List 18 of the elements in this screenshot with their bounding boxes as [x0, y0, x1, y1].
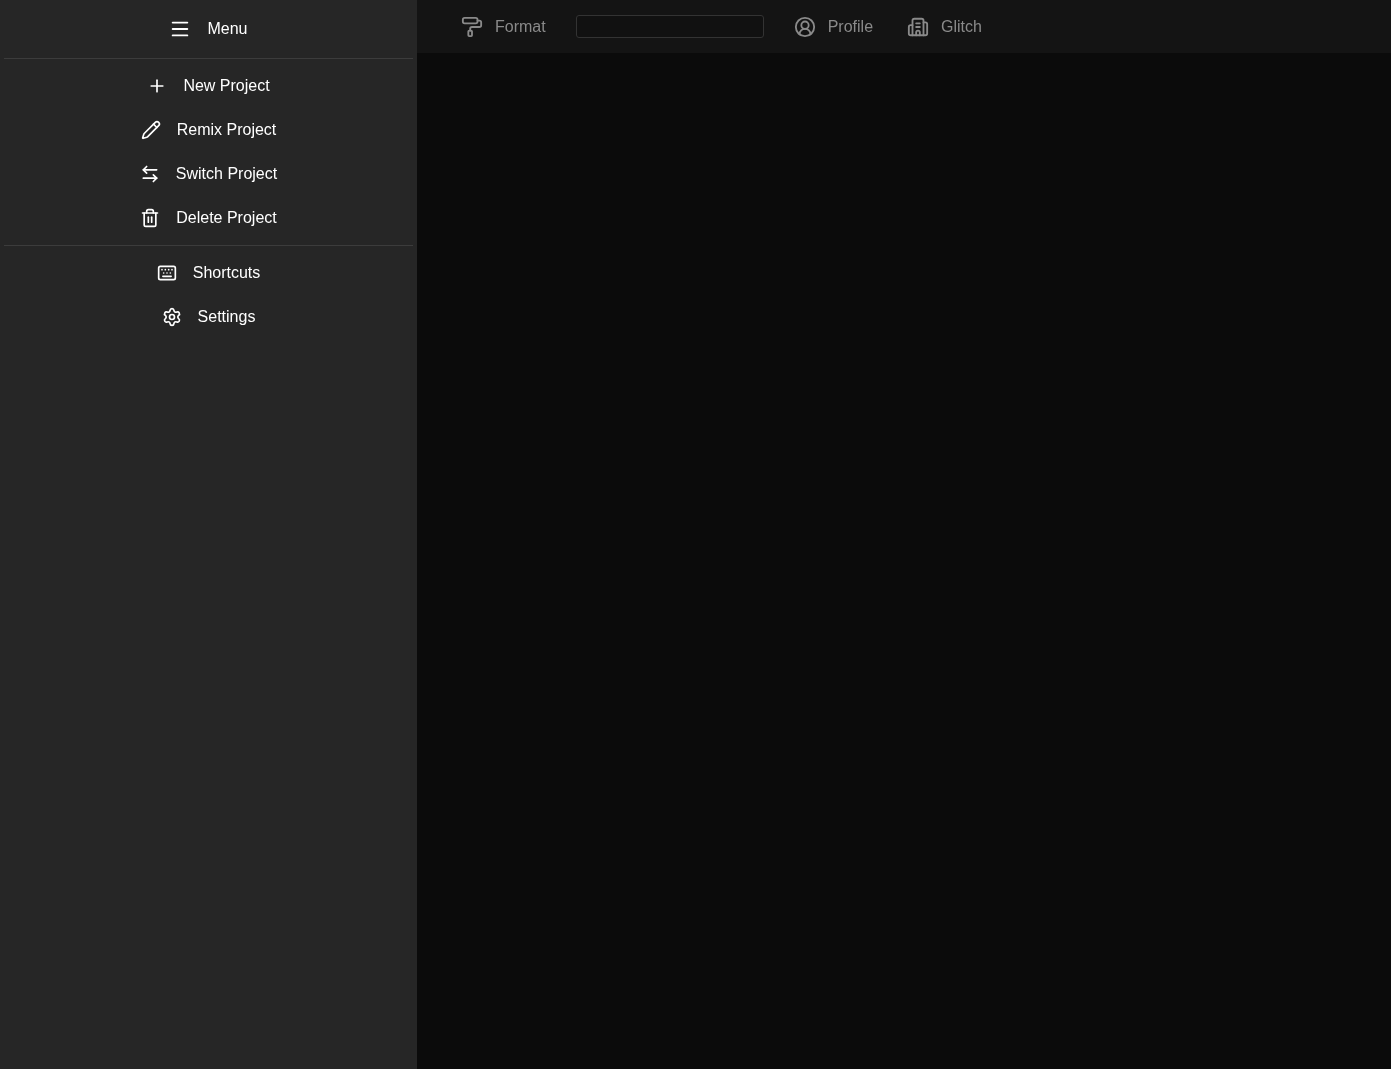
building-icon: [907, 15, 930, 38]
menu-item[interactable]: Remix Project: [134, 108, 283, 152]
keyboard-icon: [156, 263, 177, 283]
pencil-icon: [140, 120, 161, 140]
menu-item[interactable]: Switch Project: [133, 152, 284, 196]
settings-icon: [161, 307, 182, 327]
paint-roller-icon: [461, 15, 483, 38]
trash-icon: [140, 208, 161, 228]
menu-item[interactable]: Delete Project: [134, 196, 283, 240]
drawer-title: Menu: [207, 20, 248, 38]
user-circle-icon: [793, 15, 816, 38]
menu-item[interactable]: New Project: [141, 64, 276, 108]
profile-button[interactable]: Profile: [789, 15, 878, 38]
format-button[interactable]: Format: [457, 15, 550, 38]
glitch-button[interactable]: Glitch: [903, 15, 986, 38]
menu-item[interactable]: Settings: [155, 295, 262, 339]
input-field[interactable]: [575, 15, 764, 38]
menu-item[interactable]: Shortcuts: [150, 251, 267, 295]
